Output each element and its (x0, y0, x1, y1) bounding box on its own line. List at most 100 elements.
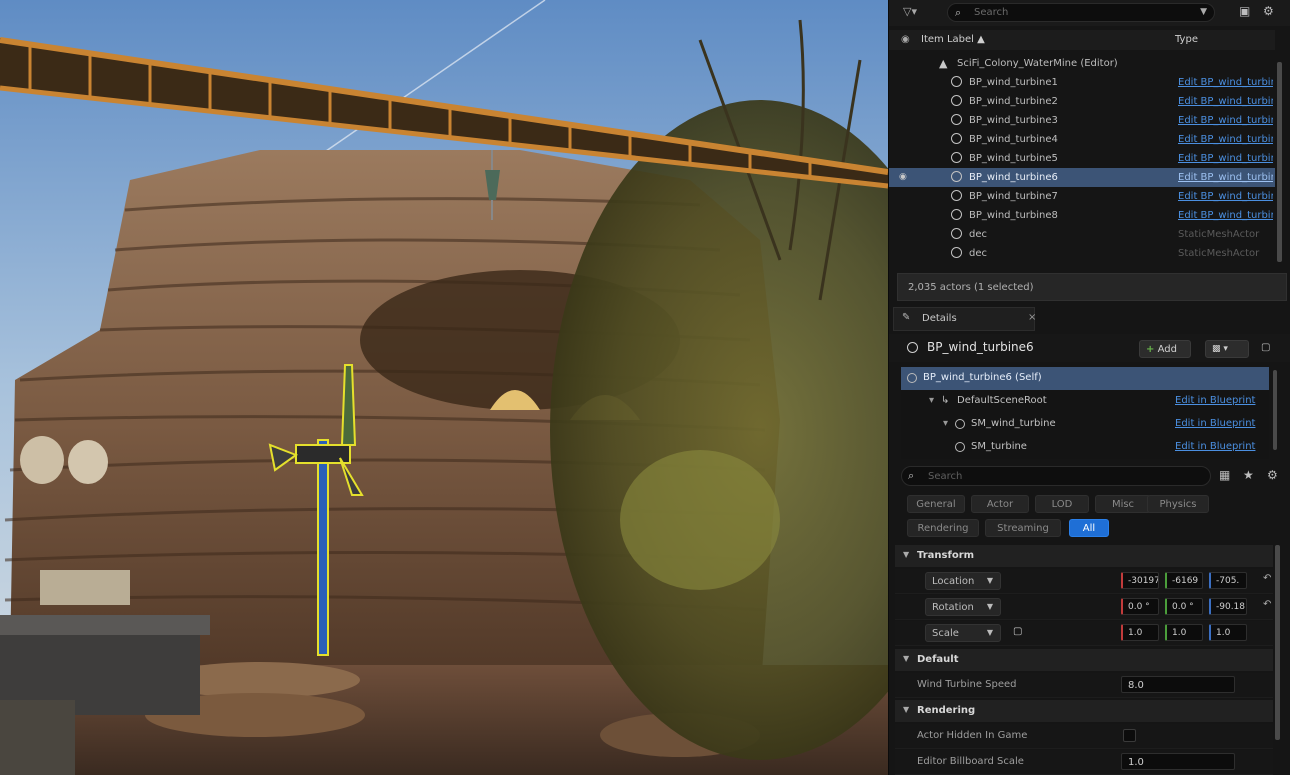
blueprint-options-button[interactable]: ▩ ▾ (1205, 340, 1249, 358)
filter-general[interactable]: General (907, 495, 965, 513)
scale-label: Scale (932, 628, 959, 639)
edit-in-blueprint-link[interactable]: Edit in Blueprint (1175, 418, 1255, 429)
eye-icon[interactable]: ◉ (899, 172, 907, 182)
outliner-row-type: StaticMeshActor (1178, 229, 1260, 240)
static-mesh-icon (955, 442, 965, 452)
filter-rendering[interactable]: Rendering (907, 519, 979, 537)
outliner-scrollbar[interactable] (1277, 62, 1282, 262)
outliner-row-type-link[interactable]: Edit BP_wind_turbine6 (1178, 172, 1273, 183)
edit-in-blueprint-link[interactable]: Edit in Blueprint (1175, 441, 1255, 452)
static-mesh-icon (955, 419, 965, 429)
component-row[interactable]: ▾ ↳ DefaultSceneRoot Edit in Blueprint (901, 390, 1269, 413)
component-name: SM_turbine (971, 441, 1027, 452)
item-label-column[interactable]: Item Label ▲ (921, 34, 985, 45)
outliner-row[interactable]: dec StaticMeshActor (889, 225, 1275, 244)
blueprint-actor-icon (951, 114, 962, 125)
component-row[interactable]: ▾ SM_wind_turbine Edit in Blueprint (901, 413, 1269, 436)
scale-z-field[interactable]: 1.0 (1209, 624, 1247, 641)
scale-row: Scale ▼ ▢ 1.0 1.0 1.0 (895, 621, 1273, 646)
outliner-row[interactable]: BP_wind_turbine4 Edit BP_wind_turbine4 (889, 130, 1275, 149)
outliner-row-label: dec (969, 229, 987, 240)
wind-speed-field[interactable]: 8.0 (1121, 676, 1235, 693)
collapse-arrow-icon: ▼ (903, 705, 910, 714)
chevron-down-icon: ▼ (986, 628, 993, 637)
property-matrix-icon[interactable]: ▦ (1219, 468, 1230, 482)
outliner-row[interactable]: BP_wind_turbine3 Edit BP_wind_turbine3 (889, 111, 1275, 130)
chevron-down-icon[interactable]: ▼ (1200, 7, 1207, 17)
reset-arrow-icon[interactable]: ↶ (1263, 599, 1271, 610)
location-dropdown[interactable]: Location ▼ (925, 572, 1001, 590)
scale-dropdown[interactable]: Scale ▼ (925, 624, 1001, 642)
outliner-row-type-link[interactable]: Edit BP_wind_turbine3 (1178, 115, 1273, 126)
outliner-search-input[interactable]: ⌕ Search ▼ (947, 3, 1215, 22)
outliner-row[interactable]: BP_wind_turbine2 Edit BP_wind_turbine2 (889, 92, 1275, 111)
filter-actor[interactable]: Actor (971, 495, 1029, 513)
add-button-label: Add (1157, 344, 1177, 355)
component-tree-scrollbar[interactable] (1273, 370, 1277, 450)
outliner-row-selected[interactable]: ◉ BP_wind_turbine6 Edit BP_wind_turbine6 (889, 168, 1275, 187)
close-icon[interactable]: × (1028, 312, 1036, 323)
rendering-section-header[interactable]: ▼ Rendering (895, 700, 1273, 722)
filter-all[interactable]: All (1069, 519, 1109, 537)
filter-streaming[interactable]: Streaming (985, 519, 1061, 537)
gear-icon[interactable]: ⚙ (1267, 468, 1278, 482)
outliner-row[interactable]: dec StaticMeshActor (889, 244, 1275, 263)
side-panel: ▽▾ ⌕ Search ▼ ▣ ⚙ ◉ Item Label ▲ Type ▲ … (888, 0, 1290, 775)
star-icon[interactable]: ★ (1243, 468, 1254, 482)
outliner-row-type-link[interactable]: Edit BP_wind_turbine5 (1178, 153, 1273, 164)
lock-icon[interactable]: ▢ (1013, 626, 1022, 637)
transform-section-header[interactable]: ▼ Transform (895, 545, 1273, 567)
location-z-field[interactable]: -705. (1209, 572, 1247, 589)
blueprint-actor-icon (951, 152, 962, 163)
outliner-row[interactable]: BP_wind_turbine1 Edit BP_wind_turbine1 (889, 73, 1275, 92)
actor-hidden-checkbox[interactable] (1123, 729, 1136, 742)
viewport-scene[interactable] (0, 0, 888, 775)
search-icon: ⌕ (908, 469, 915, 482)
component-tree: BP_wind_turbine6 (Self) ▾ ↳ DefaultScene… (901, 367, 1269, 459)
component-row[interactable]: SM_turbine Edit in Blueprint (901, 436, 1269, 459)
tree-expand-icon[interactable]: ▾ (929, 395, 934, 406)
outliner-row[interactable]: BP_wind_turbine7 Edit BP_wind_turbine7 (889, 187, 1275, 206)
eye-icon[interactable]: ◉ (901, 34, 910, 45)
outliner-row-type-link[interactable]: Edit BP_wind_turbine7 (1178, 191, 1273, 202)
filter-lod[interactable]: LOD (1035, 495, 1089, 513)
rotation-x-field[interactable]: 0.0 ° (1121, 598, 1159, 615)
rotation-y-field[interactable]: 0.0 ° (1165, 598, 1203, 615)
outliner-row-type-link[interactable]: Edit BP_wind_turbine2 (1178, 96, 1273, 107)
actor-name[interactable]: BP_wind_turbine6 (927, 340, 1034, 354)
add-component-button[interactable]: + Add (1139, 340, 1191, 358)
level-viewport[interactable] (0, 0, 888, 775)
component-row-self[interactable]: BP_wind_turbine6 (Self) (901, 367, 1269, 390)
outliner-row-type: StaticMeshActor (1178, 248, 1260, 259)
filter-icon[interactable]: ▽▾ (903, 5, 917, 18)
default-section-header[interactable]: ▼ Default (895, 649, 1273, 671)
outliner-row[interactable]: BP_wind_turbine5 Edit BP_wind_turbine5 (889, 149, 1275, 168)
scale-x-field[interactable]: 1.0 (1121, 624, 1159, 641)
details-scrollbar[interactable] (1275, 545, 1280, 740)
gear-icon[interactable]: ⚙ (1263, 4, 1274, 18)
filter-physics[interactable]: Physics (1147, 495, 1209, 513)
outliner-row-type-link[interactable]: Edit BP_wind_turbine4 (1178, 134, 1273, 145)
rotation-z-field[interactable]: -90.18 (1209, 598, 1247, 615)
add-folder-icon[interactable]: ▣ (1239, 4, 1250, 18)
scale-y-field[interactable]: 1.0 (1165, 624, 1203, 641)
filter-misc[interactable]: Misc (1095, 495, 1151, 513)
location-y-field[interactable]: -6169 (1165, 572, 1203, 589)
tree-expand-icon[interactable]: ▾ (943, 418, 948, 429)
wind-speed-label: Wind Turbine Speed (917, 679, 1017, 690)
details-search-input[interactable]: ⌕ Search (901, 466, 1211, 486)
lock-icon[interactable]: ▢ (1261, 342, 1270, 353)
billboard-scale-field[interactable]: 1.0 (1121, 753, 1235, 770)
rotation-row: Rotation ▼ 0.0 ° 0.0 ° -90.18 ↶ (895, 595, 1273, 620)
outliner-row-type-link[interactable]: Edit BP_wind_turbine1 (1178, 77, 1273, 88)
rotation-dropdown[interactable]: Rotation ▼ (925, 598, 1001, 616)
location-x-field[interactable]: -30197 (1121, 572, 1159, 589)
type-column[interactable]: Type (1175, 34, 1198, 45)
outliner-root-row[interactable]: ▲ SciFi_Colony_WaterMine (Editor) (889, 54, 1275, 73)
blueprint-actor-icon (907, 342, 918, 353)
outliner-row[interactable]: BP_wind_turbine8 Edit BP_wind_turbine8 (889, 206, 1275, 225)
reset-arrow-icon[interactable]: ↶ (1263, 573, 1271, 584)
details-tab[interactable]: ✎ Details × (893, 307, 1036, 331)
edit-in-blueprint-link[interactable]: Edit in Blueprint (1175, 395, 1255, 406)
outliner-row-type-link[interactable]: Edit BP_wind_turbine8 (1178, 210, 1273, 221)
